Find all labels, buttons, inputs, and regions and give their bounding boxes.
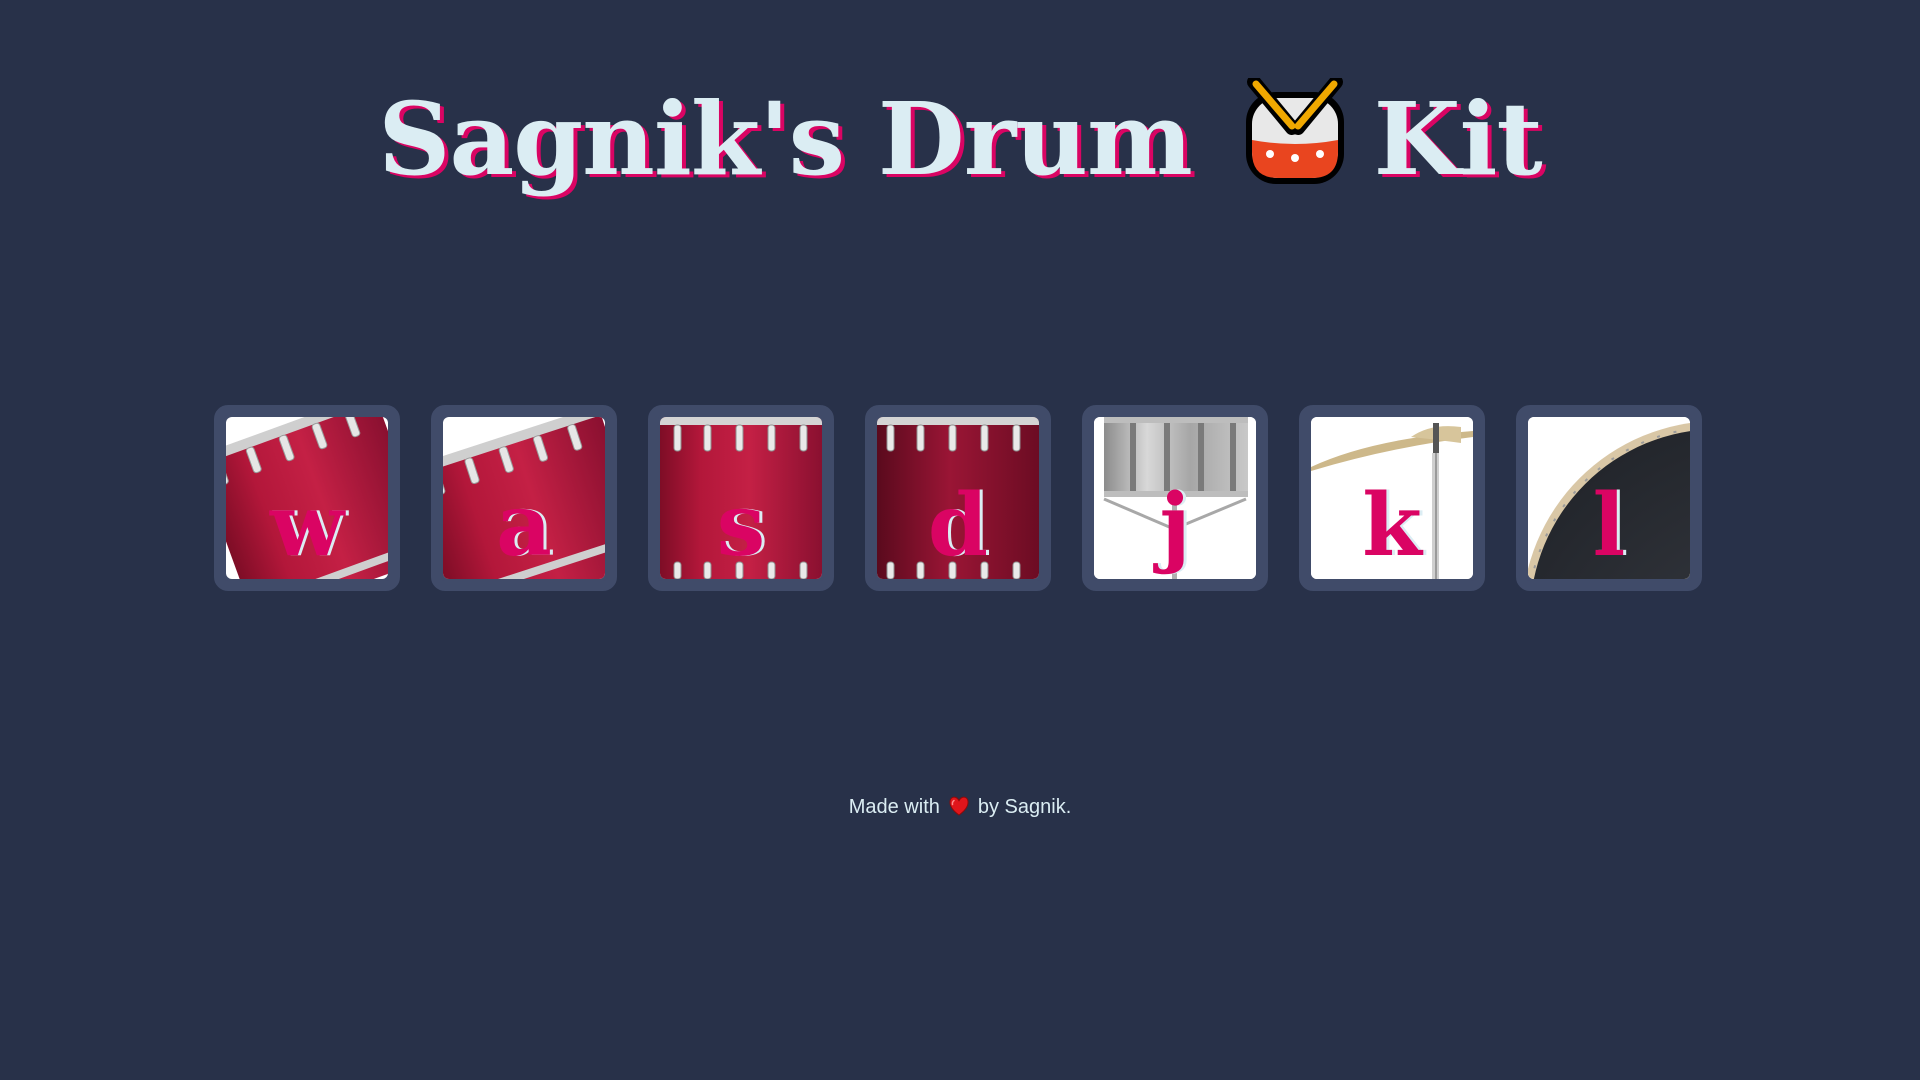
snare-image: j xyxy=(1094,417,1256,579)
title-text-start: Sagnik's Drum xyxy=(378,80,1193,198)
tom-2-image: a xyxy=(443,417,605,579)
title-text-end: Kit xyxy=(1373,80,1543,198)
tom-1-image: w xyxy=(226,417,388,579)
key-label: a xyxy=(496,475,552,576)
heart-icon xyxy=(948,796,970,816)
footer-text-start: Made with xyxy=(848,796,940,818)
page-title: Sagnik's Drum Kit xyxy=(0,75,1920,199)
tom-3-image: s xyxy=(660,417,822,579)
key-label: j xyxy=(1159,475,1191,576)
drum-button-a[interactable]: a xyxy=(431,405,617,591)
key-label: l xyxy=(1592,475,1626,576)
drum-button-w[interactable]: w xyxy=(214,405,400,591)
drum-button-s[interactable]: s xyxy=(648,405,834,591)
drum-button-j[interactable]: j xyxy=(1082,405,1268,591)
drum-button-k[interactable]: k xyxy=(1299,405,1485,591)
key-label: k xyxy=(1362,475,1422,576)
kick-bass-image: l xyxy=(1528,417,1690,579)
crash-image: k xyxy=(1311,417,1473,579)
footer: Made with by Sagnik. xyxy=(0,796,1920,819)
drum-button-l[interactable]: l xyxy=(1516,405,1702,591)
drum-button-d[interactable]: d xyxy=(865,405,1051,591)
drum-emoji-icon xyxy=(1240,75,1350,188)
key-label: s xyxy=(716,475,766,576)
key-label: w xyxy=(269,475,345,576)
footer-text-end: by Sagnik. xyxy=(977,796,1072,818)
tom-4-image: d xyxy=(877,417,1039,579)
key-label: d xyxy=(927,475,989,576)
drum-set: w a s d j k l xyxy=(214,405,1706,591)
